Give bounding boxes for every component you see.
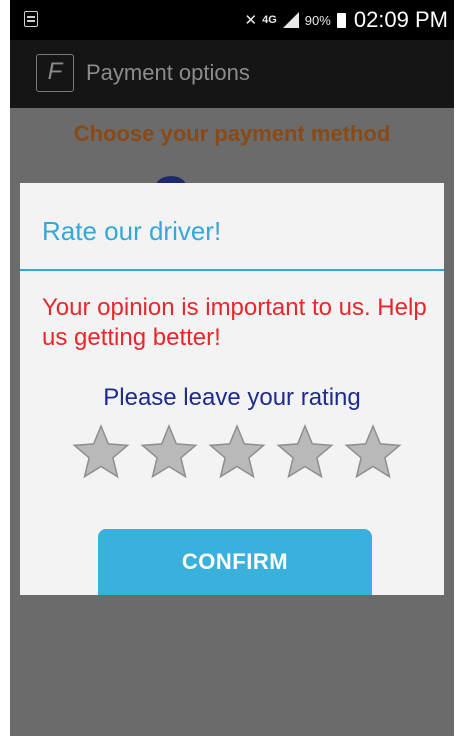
app-logo-icon[interactable]: F [36, 54, 74, 92]
rating-stars [72, 423, 402, 483]
notes-icon [24, 11, 38, 27]
status-icons: ✕ 4G 90% 02:09 PM [245, 0, 448, 40]
dialog-message: Your opinion is important to us. Help us… [42, 294, 427, 351]
dialog-title: Rate our driver! [42, 216, 222, 246]
app-bar: F Payment options [10, 40, 454, 108]
signal-icon [282, 12, 299, 28]
payment-method-heading: Choose your payment method [73, 121, 391, 146]
clock: 02:09 PM [353, 7, 448, 32]
battery-icon [336, 12, 346, 28]
star-icon-4[interactable] [276, 423, 334, 481]
mute-icon: ✕ [244, 12, 258, 29]
star-icon-5[interactable] [344, 423, 402, 481]
app-title: Payment options [86, 60, 250, 85]
rating-dialog: Rate our driver! Your opinion is importa… [20, 183, 444, 595]
battery-percent: 90% [304, 12, 331, 28]
dialog-divider [20, 269, 444, 271]
star-icon-2[interactable] [140, 423, 198, 481]
phone-screen: ✕ 4G 90% 02:09 PM F Payment options Choo… [10, 0, 454, 736]
rating-prompt: Please leave your rating [103, 384, 361, 411]
star-icon-3[interactable] [208, 423, 266, 481]
status-bar: ✕ 4G 90% 02:09 PM [10, 0, 454, 40]
network-type: 4G [262, 14, 277, 26]
star-icon-1[interactable] [72, 423, 130, 481]
confirm-button[interactable]: CONFIRM [98, 529, 372, 595]
